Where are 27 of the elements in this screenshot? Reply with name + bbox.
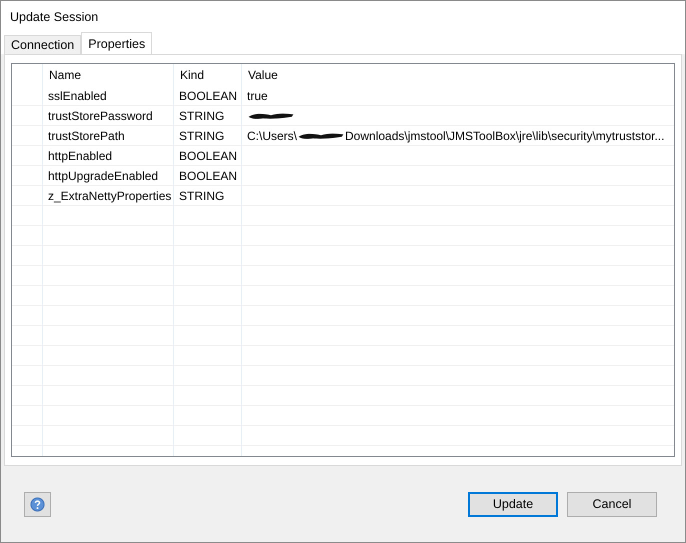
tab[interactable]: Properties	[81, 32, 152, 54]
table-cell: BOOLEAN	[174, 166, 242, 185]
table-cell: C:\Users\	[247, 128, 298, 142]
table-cell: trustStorePath	[43, 126, 174, 145]
help-button[interactable]	[24, 492, 51, 516]
redaction-scribble-icon	[297, 130, 346, 140]
table-cell: httpUpgradeEnabled	[43, 166, 174, 185]
table-cell: STRING	[174, 106, 242, 125]
column-header[interactable]: Kind	[174, 64, 242, 86]
table-cell: BOOLEAN	[174, 146, 242, 165]
table-cell: sslEnabled	[43, 86, 174, 105]
window-title: Update Session	[10, 10, 98, 24]
table-cell: STRING	[174, 126, 242, 145]
dialog-button[interactable]: Update	[468, 492, 558, 516]
table-cell: BOOLEAN	[174, 86, 242, 105]
table-cell: Downloads\jmstool\JMSToolBox\jre\lib\security\mytruststor...	[345, 128, 664, 142]
table-cell: httpEnabled	[43, 146, 174, 165]
tab[interactable]: Connection	[4, 35, 82, 54]
table-cell: true	[247, 88, 268, 102]
column-header[interactable]: Value	[242, 64, 674, 86]
dialog-button[interactable]: Cancel	[567, 492, 657, 516]
table-cell: z_ExtraNettyProperties	[43, 186, 174, 205]
redaction-scribble-icon	[247, 110, 295, 120]
table-cell: STRING	[174, 186, 242, 205]
table-cell: trustStorePassword	[43, 106, 174, 125]
help-icon	[30, 496, 45, 512]
column-header[interactable]: Name	[43, 64, 174, 86]
